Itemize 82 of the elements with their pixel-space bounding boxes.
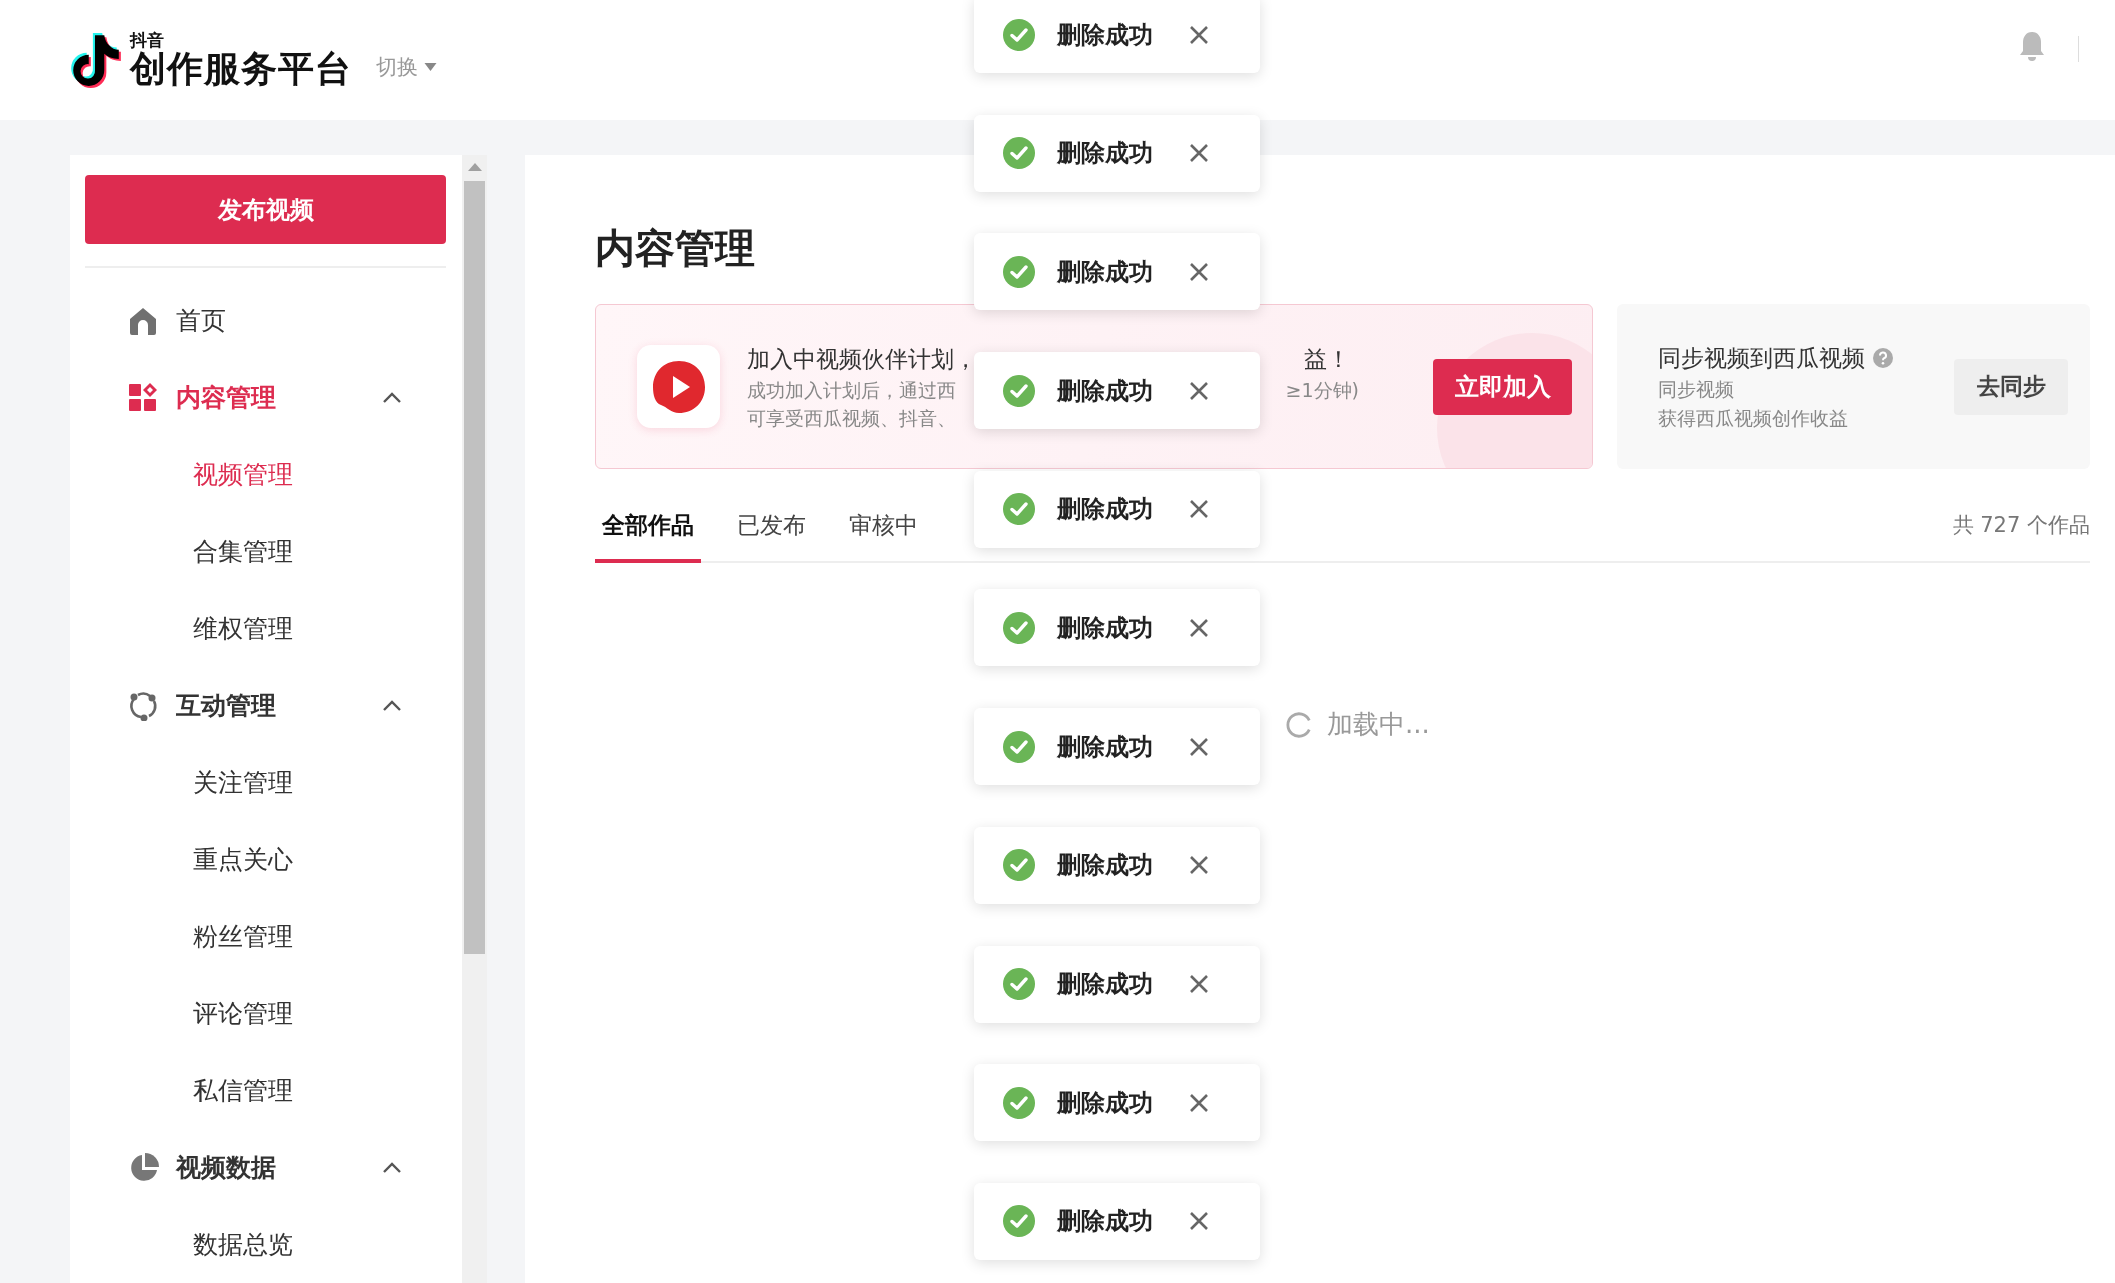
nav-subitem[interactable]: 关注管理	[70, 744, 462, 821]
toast-message: 删除成功	[1057, 731, 1154, 763]
toast-message: 删除成功	[1057, 612, 1154, 644]
close-icon[interactable]	[1189, 261, 1209, 282]
close-icon[interactable]	[1189, 617, 1209, 638]
close-icon[interactable]	[1189, 380, 1209, 401]
chevron-up-icon[interactable]	[382, 699, 402, 712]
tab[interactable]: 全部作品	[595, 510, 701, 563]
close-icon[interactable]	[1189, 24, 1209, 45]
nav-item[interactable]: 首页	[70, 282, 462, 359]
nav-subitem[interactable]: 私信管理	[70, 1052, 462, 1129]
nav-subitem[interactable]: 合集管理	[70, 513, 462, 590]
nav-subitem[interactable]: 维权管理	[70, 590, 462, 667]
toast-message: 删除成功	[1057, 138, 1154, 170]
tab[interactable]: 审核中	[842, 510, 925, 563]
note-logo-icon	[70, 31, 122, 89]
success-check-icon	[1003, 1086, 1035, 1119]
success-check-icon	[1003, 968, 1035, 1000]
scrollbar-thumb[interactable]	[464, 181, 485, 954]
sync-card-text: 同步视频	[1658, 376, 1735, 402]
toast-message: 删除成功	[1057, 1206, 1154, 1238]
logo-title: 创作服务平台	[130, 49, 352, 89]
logo-subtitle: 抖音	[130, 31, 165, 49]
success-check-icon	[1003, 137, 1035, 170]
nav-item-label: 内容管理	[176, 382, 277, 414]
success-check-icon	[1003, 493, 1035, 526]
works-count: 共 727 个作品	[1952, 512, 2090, 539]
close-icon[interactable]	[1189, 974, 1209, 994]
close-icon[interactable]	[1189, 1092, 1209, 1113]
banner-text: 可享受西瓜视频、抖音、	[747, 405, 956, 431]
chevron-up-icon[interactable]	[382, 391, 402, 404]
grid-icon	[128, 382, 158, 413]
app-logo-icon	[637, 345, 720, 428]
nav-item-label: 视频数据	[176, 1152, 277, 1184]
nav-item[interactable]: 视频数据	[70, 1129, 462, 1206]
nav-item-label: 互动管理	[176, 690, 277, 722]
nav-subitem[interactable]: 重点关心	[70, 821, 462, 898]
success-check-icon	[1003, 1205, 1035, 1238]
success-check-icon	[1003, 255, 1035, 288]
toast-message: 删除成功	[1057, 494, 1154, 526]
nav-item-label: 首页	[176, 305, 227, 337]
loading-spinner-icon	[1285, 710, 1313, 739]
chevron-up-icon[interactable]	[382, 1161, 402, 1174]
nav-subitem[interactable]: 数据总览	[70, 1206, 462, 1283]
caret-down-icon	[424, 63, 437, 71]
publish-video-button[interactable]: 发布视频	[85, 175, 446, 244]
sync-button[interactable]: 去同步	[1954, 358, 2068, 415]
toast-message: 删除成功	[1057, 19, 1154, 51]
sync-card-text: 获得西瓜视频创作收益	[1658, 405, 1849, 431]
banner-headline: 益！	[1304, 344, 1350, 374]
nav-item[interactable]: 互动管理	[70, 667, 462, 744]
nav-subitem[interactable]: 视频管理	[70, 436, 462, 513]
nav-item[interactable]: 内容管理	[70, 359, 462, 436]
success-check-icon	[1003, 18, 1035, 51]
tab[interactable]: 已发布	[730, 510, 813, 563]
success-check-icon	[1003, 849, 1035, 882]
connection-icon	[128, 690, 158, 721]
page-title: 内容管理	[595, 224, 755, 273]
toast-message: 删除成功	[1057, 850, 1154, 882]
success-check-icon	[1003, 374, 1035, 407]
sync-card-title: 同步视频到西瓜视频	[1658, 343, 1865, 373]
pie-chart-icon	[128, 1151, 160, 1184]
nav-subitem[interactable]: 评论管理	[70, 975, 462, 1052]
scrollbar[interactable]	[462, 155, 487, 1283]
banner-text: ≥1分钟)	[1285, 377, 1359, 403]
home-icon	[128, 305, 158, 336]
toast-message: 删除成功	[1057, 375, 1154, 407]
success-check-icon	[1003, 730, 1035, 763]
close-icon[interactable]	[1189, 1211, 1209, 1232]
loading-text: 加载中...	[1327, 708, 1430, 741]
close-icon[interactable]	[1189, 855, 1209, 876]
close-icon[interactable]	[1189, 143, 1209, 164]
success-check-icon	[1003, 611, 1035, 644]
banner-text: 成功加入计划后，通过西	[747, 377, 956, 403]
join-now-button[interactable]: 立即加入	[1433, 358, 1572, 415]
toast-message: 删除成功	[1057, 1087, 1154, 1119]
close-icon[interactable]	[1189, 736, 1209, 757]
nav-subitem[interactable]: 粉丝管理	[70, 898, 462, 975]
close-icon[interactable]	[1189, 499, 1209, 520]
banner-headline: 加入中视频伙伴计划，	[747, 344, 977, 374]
toast-message: 删除成功	[1057, 969, 1154, 1000]
toast-message: 删除成功	[1057, 256, 1154, 288]
